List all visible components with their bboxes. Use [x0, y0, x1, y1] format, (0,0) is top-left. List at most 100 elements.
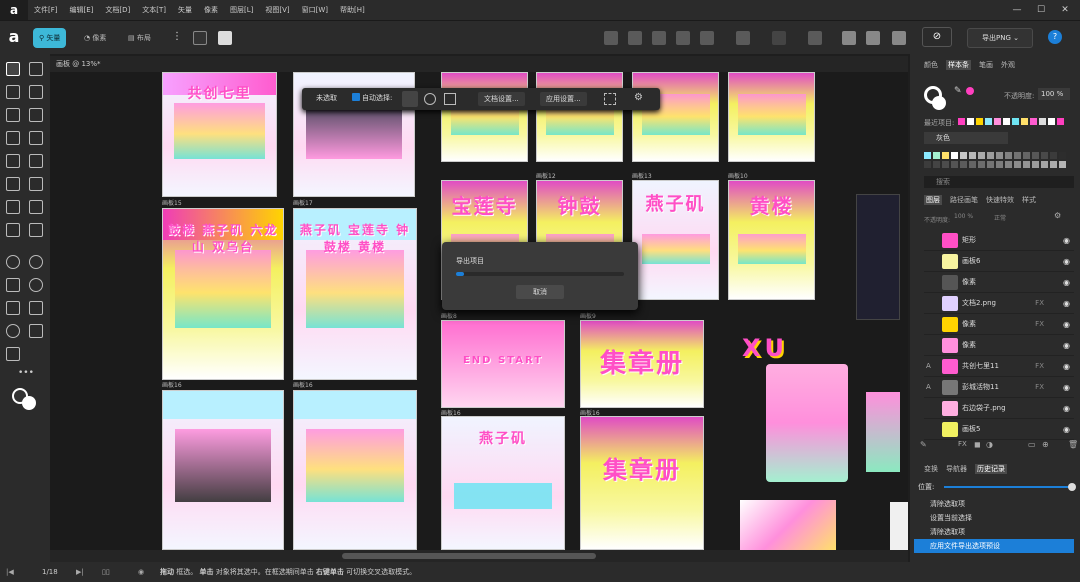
move-tool-icon[interactable]	[6, 62, 20, 76]
history-item-selected[interactable]: 应用文件导出选项预设	[914, 539, 1074, 553]
color-swatch[interactable]	[933, 161, 940, 168]
color-swatch[interactable]	[1014, 161, 1021, 168]
visibility-eye-icon[interactable]: ◉	[1063, 272, 1070, 293]
tab-appearance[interactable]: 外观	[1001, 60, 1015, 70]
next-page-icon[interactable]: ▶|	[76, 562, 84, 582]
color-swatch[interactable]	[960, 152, 967, 159]
color-swatch[interactable]	[933, 152, 940, 159]
artboard-stickers[interactable]	[293, 390, 417, 550]
maximize-button[interactable]: ☐	[1030, 0, 1052, 20]
menu-help[interactable]: 帮助[H]	[334, 0, 371, 20]
align-icon[interactable]	[808, 31, 822, 45]
arrange-backward-icon[interactable]	[628, 31, 642, 45]
color-swatch[interactable]	[1032, 161, 1039, 168]
menu-edit[interactable]: 编辑[E]	[64, 0, 100, 20]
layer-row[interactable]: 画板6 ◉	[924, 251, 1074, 272]
app-settings-button[interactable]: 应用设置...	[540, 92, 587, 106]
document-settings-button[interactable]: 文档设置...	[478, 92, 525, 106]
swatch-search-input[interactable]: 搜索	[924, 176, 1074, 188]
edit-layer-icon[interactable]: ✎	[920, 440, 927, 449]
palette-select[interactable]: 灰色	[924, 132, 1008, 144]
hand-tool-icon[interactable]	[6, 255, 20, 269]
boolean-icon[interactable]	[700, 31, 714, 45]
blend-mode-select[interactable]: 正常	[994, 213, 1006, 222]
brush-tool-icon[interactable]	[6, 223, 20, 237]
color-swatch[interactable]	[1050, 161, 1057, 168]
color-swatch[interactable]	[1059, 152, 1066, 159]
color-swatch[interactable]	[924, 152, 931, 159]
artboard-10[interactable]: 黄楼	[728, 180, 815, 300]
menu-file[interactable]: 文件[F]	[28, 0, 64, 20]
stroke-swatch-icon[interactable]	[932, 96, 946, 110]
color-swatch[interactable]	[960, 161, 967, 168]
color-swatch[interactable]	[1041, 152, 1048, 159]
color-swatch[interactable]	[976, 118, 983, 125]
color-swatch[interactable]	[1023, 152, 1030, 159]
node-tool-icon[interactable]	[6, 85, 20, 99]
tab-navigator[interactable]: 导航器	[946, 464, 967, 474]
first-page-icon[interactable]: |◀	[6, 562, 14, 582]
color-swatch[interactable]	[969, 152, 976, 159]
visibility-eye-icon[interactable]: ◉	[1063, 356, 1070, 377]
minimize-button[interactable]: —	[1006, 0, 1028, 20]
color-swatch[interactable]	[1048, 118, 1055, 125]
menu-document[interactable]: 文档[D]	[99, 0, 136, 20]
layer-row[interactable]: 像素 ◉	[924, 272, 1074, 293]
spiral-tool-icon[interactable]	[29, 278, 43, 292]
tab-path-brush[interactable]: 路径画笔	[950, 195, 978, 205]
color-swatch[interactable]	[978, 161, 985, 168]
adjustment-icon[interactable]: ◑	[986, 440, 993, 449]
color-swatch[interactable]	[1005, 152, 1012, 159]
close-button[interactable]: ✕	[1054, 0, 1076, 20]
pen-tool-icon[interactable]	[29, 108, 43, 122]
tab-color[interactable]: 颜色	[924, 60, 938, 70]
layer-settings-icon[interactable]: ⚙	[1054, 211, 1061, 220]
canvas[interactable]: 共创七里 画板15 画板17 鼓楼 燕子矶 六龙山 双乌台 画板16 燕子矶 宝…	[50, 72, 908, 550]
history-item[interactable]: 设置当前选择	[914, 511, 1074, 525]
visibility-eye-icon[interactable]: ◉	[1063, 377, 1070, 398]
visibility-eye-icon[interactable]: ◉	[1063, 230, 1070, 251]
history-item[interactable]: 清除选取项	[914, 497, 1074, 511]
point-transform-icon[interactable]	[6, 108, 20, 122]
stroke-color-icon[interactable]	[22, 396, 36, 410]
layer-row[interactable]: 文档2.png FX ◉	[924, 293, 1074, 314]
image-tool-icon[interactable]	[6, 200, 20, 214]
circle-tool-icon[interactable]	[6, 324, 20, 338]
crop-tool-icon[interactable]	[29, 200, 43, 214]
color-swatch[interactable]	[1023, 161, 1030, 168]
intersect-mode-icon[interactable]	[424, 93, 436, 105]
color-swatch[interactable]	[942, 152, 949, 159]
mask-icon[interactable]: ◼	[974, 440, 981, 449]
artboard-16a[interactable]: 鼓楼 燕子矶 六龙山 双乌台	[162, 208, 284, 380]
menu-layer[interactable]: 图层[L]	[224, 0, 259, 20]
history-slider[interactable]	[944, 486, 1074, 488]
cancel-button[interactable]: 取消	[516, 285, 564, 299]
opacity-field[interactable]: 100 %	[1038, 88, 1070, 100]
paper-image[interactable]	[890, 502, 908, 550]
color-swatch[interactable]	[1005, 161, 1012, 168]
grid-icon[interactable]	[218, 31, 232, 45]
transparency-tool-icon[interactable]	[6, 177, 20, 191]
pages-panel-icon[interactable]: ▯▯	[102, 562, 110, 582]
artboard-13[interactable]: 燕子矶	[632, 180, 719, 300]
color-swatch[interactable]	[1041, 161, 1048, 168]
artboard-16c[interactable]: 燕子矶	[441, 416, 565, 550]
horizontal-scrollbar[interactable]	[50, 550, 908, 562]
more-icon[interactable]: ⋮	[172, 31, 182, 42]
dark-poster-image[interactable]	[856, 194, 900, 320]
color-swatch[interactable]	[942, 161, 949, 168]
color-swatch[interactable]	[985, 118, 992, 125]
star-tool-icon[interactable]	[29, 301, 43, 315]
arrange-front-icon[interactable]	[676, 31, 690, 45]
tab-layers[interactable]: 图层	[924, 195, 942, 205]
artboard-15[interactable]: 共创七里	[162, 72, 277, 197]
add-layer-icon[interactable]: ⊕	[1042, 440, 1049, 449]
select-mode-icon[interactable]	[402, 91, 418, 107]
color-swatch[interactable]	[1012, 118, 1019, 125]
artboard-16b[interactable]: 燕子矶 宝莲寺 钟鼓楼 黄楼	[293, 208, 417, 380]
color-swatch[interactable]	[1030, 118, 1037, 125]
layer-row[interactable]: 像素 ◉	[924, 335, 1074, 356]
delete-layer-icon[interactable]: 🗑	[1068, 440, 1078, 449]
visibility-eye-icon[interactable]: ◉	[1063, 419, 1070, 440]
color-swatch[interactable]	[987, 152, 994, 159]
